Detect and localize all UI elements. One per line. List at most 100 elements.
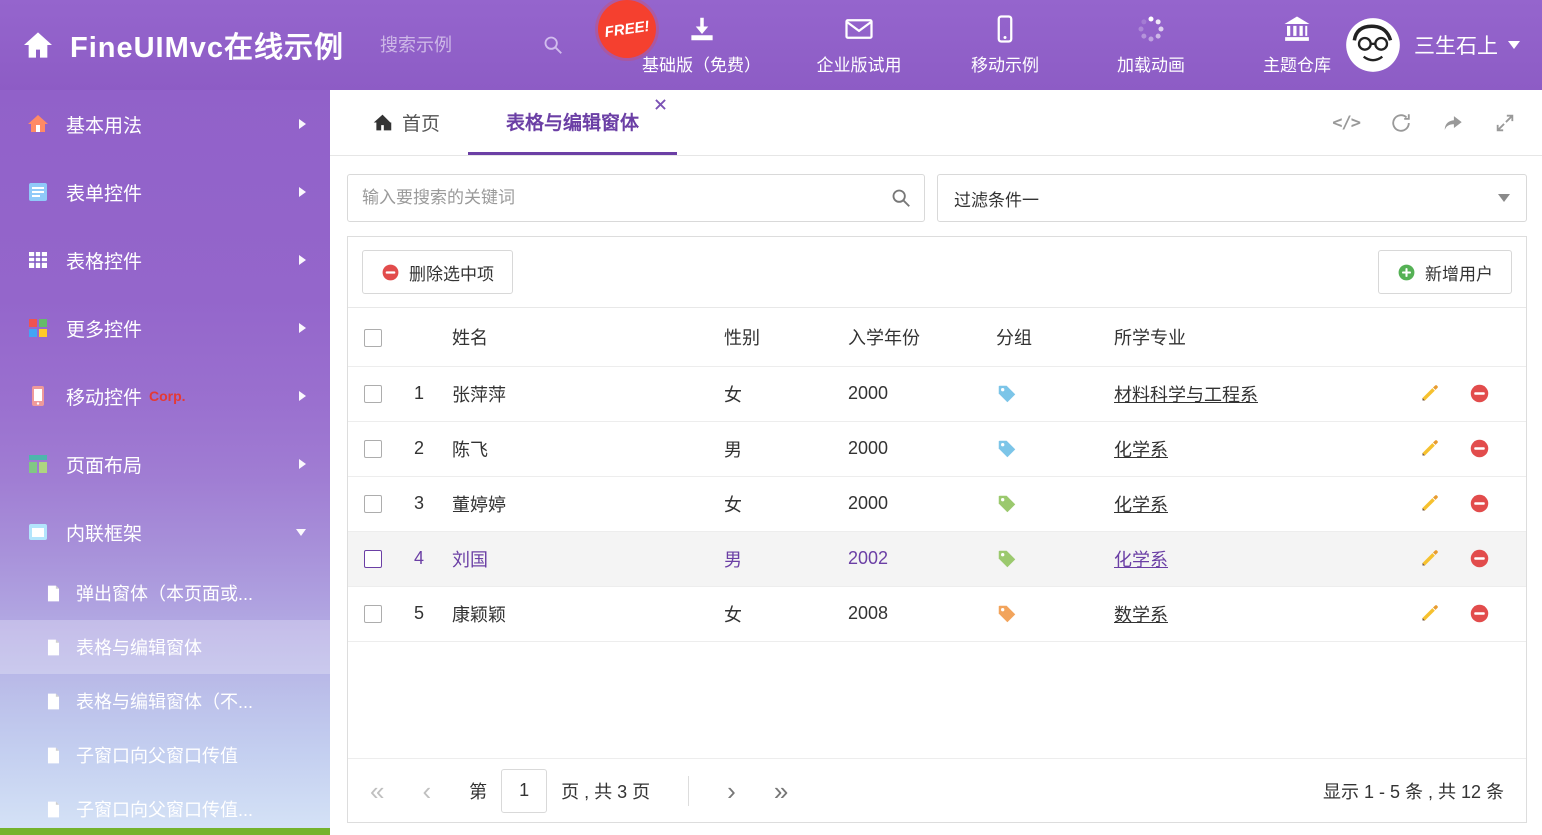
next-page-button[interactable]: › — [727, 778, 736, 804]
delete-icon[interactable] — [1469, 603, 1490, 624]
edit-icon[interactable] — [1419, 603, 1440, 624]
pagination-bar: « ‹ 第 页 , 共 3 页 › » 显示 1 - 5 条 , 共 12 条 — [348, 758, 1526, 822]
first-page-button[interactable]: « — [370, 778, 384, 804]
search-icon[interactable] — [542, 34, 564, 56]
sidebar-subitem-popup-window[interactable]: 弹出窗体（本页面或... — [0, 566, 330, 620]
delete-icon[interactable] — [1469, 548, 1490, 569]
sidebar-item-grid-controls[interactable]: 表格控件 — [0, 226, 330, 294]
search-icon[interactable] — [890, 187, 912, 209]
row-checkbox[interactable] — [364, 495, 382, 513]
nav-loading-animation[interactable]: 加载动画 — [1103, 14, 1199, 76]
blocks-icon — [26, 316, 50, 340]
cell-year: 2008 — [838, 586, 986, 641]
cell-gender: 男 — [714, 531, 838, 586]
major-link[interactable]: 数学系 — [1114, 605, 1168, 625]
nav-basic-free[interactable]: FREE! 基础版（免费） — [642, 14, 761, 76]
data-grid: 姓名 性别 入学年份 分组 所学专业 1 张萍萍 — [348, 308, 1526, 642]
page-number-input[interactable] — [501, 769, 547, 813]
table-row[interactable]: 2 陈飞 男 2000 化学系 — [348, 421, 1526, 476]
row-checkbox[interactable] — [364, 550, 382, 568]
bank-icon — [1282, 14, 1312, 44]
column-header-gender[interactable]: 性别 — [714, 308, 838, 366]
filter-dropdown[interactable]: 过滤条件一 — [937, 174, 1527, 222]
close-icon[interactable] — [655, 99, 666, 110]
row-checkbox[interactable] — [364, 440, 382, 458]
major-link[interactable]: 化学系 — [1114, 550, 1168, 570]
refresh-icon[interactable] — [1390, 112, 1412, 134]
prev-page-button[interactable]: ‹ — [422, 778, 431, 804]
page-number-group: 第 页 , 共 3 页 — [469, 769, 650, 813]
major-link[interactable]: 材料科学与工程系 — [1114, 385, 1258, 405]
sidebar-item-form-controls[interactable]: 表单控件 — [0, 158, 330, 226]
user-menu[interactable]: 三生石上 — [1345, 17, 1520, 73]
sidebar-item-basic-usage[interactable]: 基本用法 — [0, 90, 330, 158]
table-row[interactable]: 3 董婷婷 女 2000 化学系 — [348, 476, 1526, 531]
tag-icon — [996, 548, 1104, 570]
sidebar-subitem-child-to-parent[interactable]: 子窗口向父窗口传值 — [0, 728, 330, 782]
delete-icon[interactable] — [1469, 493, 1490, 514]
grid-panel: 删除选中项 新增用户 姓名 性别 入学年份 — [347, 236, 1527, 823]
table-header-row: 姓名 性别 入学年份 分组 所学专业 — [348, 308, 1526, 366]
major-link[interactable]: 化学系 — [1114, 495, 1168, 515]
table-row[interactable]: 1 张萍萍 女 2000 材料科学与工程系 — [348, 366, 1526, 421]
row-checkbox[interactable] — [364, 385, 382, 403]
delete-selected-button[interactable]: 删除选中项 — [362, 250, 513, 294]
column-header-name[interactable]: 姓名 — [442, 308, 714, 366]
filter-row: 过滤条件一 — [330, 156, 1542, 222]
column-header-major[interactable]: 所学专业 — [1104, 308, 1376, 366]
sidebar-item-page-layout[interactable]: 页面布局 — [0, 430, 330, 498]
avatar — [1345, 17, 1401, 73]
nav-theme-repository[interactable]: 主题仓库 — [1249, 14, 1345, 76]
sidebar-item-inline-frame[interactable]: 内联框架 — [0, 498, 330, 566]
tab-grid-edit-window[interactable]: 表格与编辑窗体 — [468, 90, 677, 155]
add-user-button[interactable]: 新增用户 — [1378, 250, 1512, 294]
source-code-icon[interactable]: </> — [1332, 113, 1360, 133]
last-page-button[interactable]: » — [774, 778, 788, 804]
delete-icon[interactable] — [1469, 438, 1490, 459]
delete-icon[interactable] — [1469, 383, 1490, 404]
file-icon — [44, 638, 63, 657]
frames-icon — [26, 520, 50, 544]
header-nav: FREE! 基础版（免费） 企业版试用 移动示例 — [642, 14, 1345, 76]
chevron-right-icon — [299, 459, 306, 469]
share-icon[interactable] — [1442, 112, 1464, 134]
file-icon — [44, 584, 63, 603]
select-all-checkbox[interactable] — [364, 329, 382, 347]
cell-gender: 男 — [714, 421, 838, 476]
tab-bar: 首页 表格与编辑窗体 </> — [330, 90, 1542, 156]
download-icon — [687, 14, 717, 44]
column-header-year[interactable]: 入学年份 — [838, 308, 986, 366]
sidebar-item-more-controls[interactable]: 更多控件 — [0, 294, 330, 362]
major-link[interactable]: 化学系 — [1114, 440, 1168, 460]
cell-gender: 女 — [714, 476, 838, 531]
envelope-icon — [844, 14, 874, 44]
column-header-group[interactable]: 分组 — [986, 308, 1104, 366]
nav-mobile-demo[interactable]: 移动示例 — [957, 14, 1053, 76]
nav-enterprise-trial[interactable]: 企业版试用 — [811, 14, 907, 76]
tag-icon — [996, 383, 1104, 405]
expand-icon[interactable] — [1494, 112, 1516, 134]
edit-icon[interactable] — [1419, 383, 1440, 404]
sidebar-item-mobile-controls[interactable]: 移动控件 Corp. — [0, 362, 330, 430]
page-prefix-label: 第 — [469, 778, 487, 804]
table-row[interactable]: 5 康颖颖 女 2008 数学系 — [348, 586, 1526, 641]
keyword-search — [347, 174, 925, 222]
edit-icon[interactable] — [1419, 548, 1440, 569]
edit-icon[interactable] — [1419, 493, 1440, 514]
keyword-search-input[interactable] — [347, 174, 925, 222]
header-search — [380, 27, 570, 63]
tab-home[interactable]: 首页 — [344, 90, 468, 155]
chevron-down-icon — [296, 529, 306, 536]
table-row-selected[interactable]: 4 刘国 男 2002 化学系 — [348, 531, 1526, 586]
form-icon — [26, 180, 50, 204]
layout-icon — [26, 452, 50, 476]
divider — [688, 776, 689, 806]
sidebar-subitem-grid-edit-window[interactable]: 表格与编辑窗体 — [0, 620, 330, 674]
edit-icon[interactable] — [1419, 438, 1440, 459]
row-number: 3 — [398, 476, 442, 531]
home-logo-icon[interactable] — [22, 29, 54, 61]
page-suffix-label: 页 , 共 3 页 — [561, 778, 650, 804]
sidebar-subitem-grid-edit-window-alt[interactable]: 表格与编辑窗体（不... — [0, 674, 330, 728]
row-checkbox[interactable] — [364, 605, 382, 623]
plus-circle-icon — [1397, 263, 1416, 282]
